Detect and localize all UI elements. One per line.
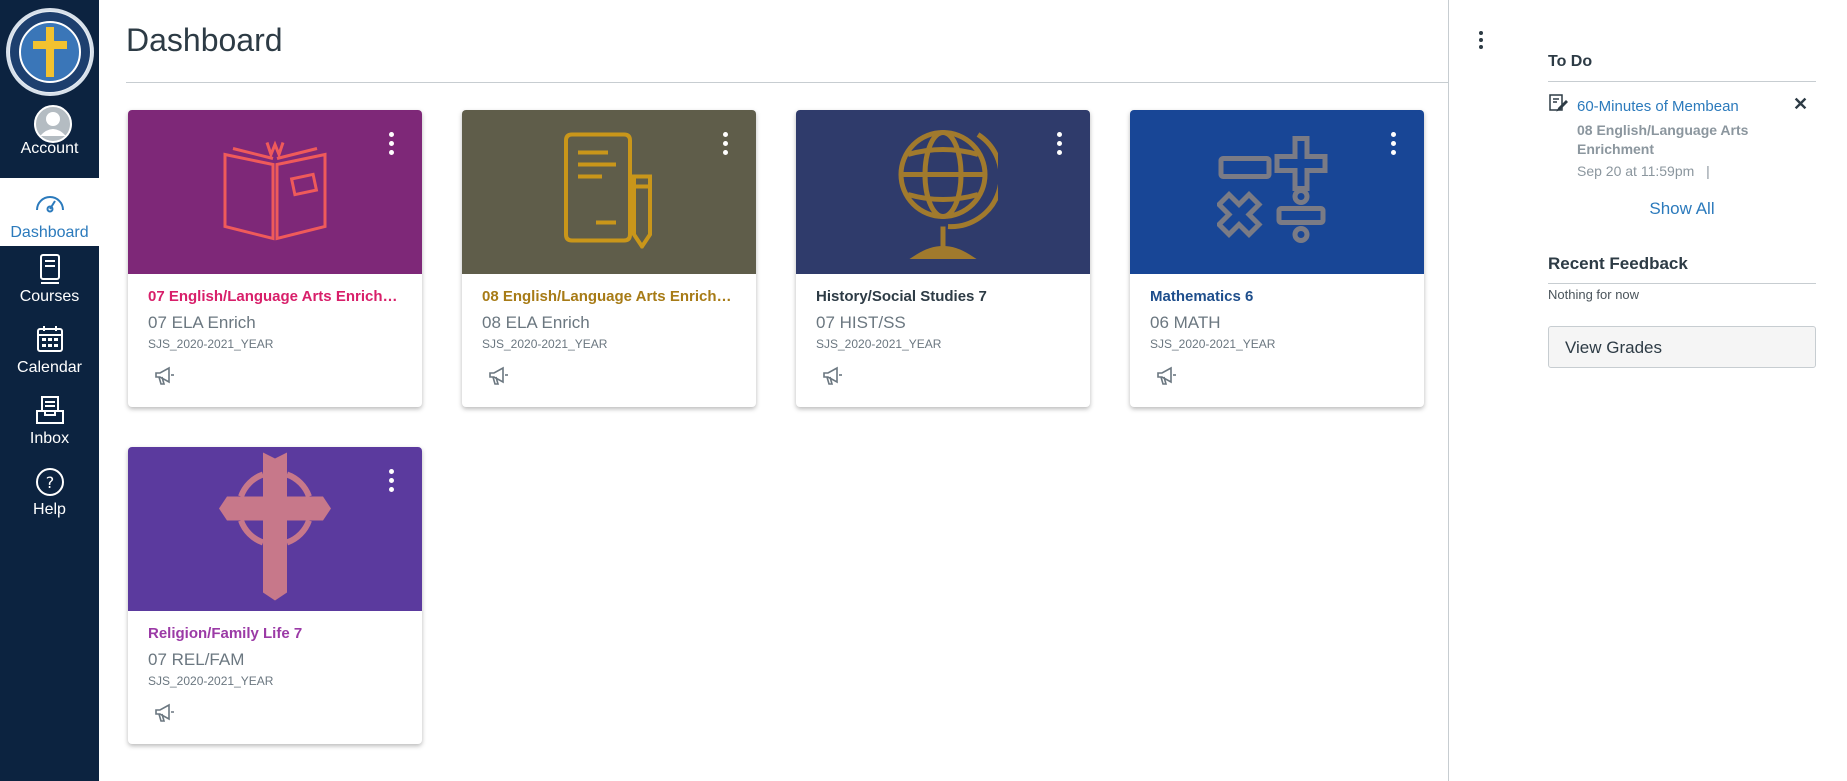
global-nav: Account Dashboard Courses Calendar Inbox… <box>0 0 99 781</box>
card-options-kebab[interactable] <box>386 130 396 160</box>
calendar-icon <box>33 323 67 357</box>
document-pencil-icon <box>564 131 654 254</box>
nav-dashboard[interactable]: Dashboard <box>0 178 99 246</box>
course-term: SJS_2020-2021_YEAR <box>482 337 608 351</box>
course-card[interactable]: Mathematics 6 06 MATH SJS_2020-2021_YEAR <box>1130 110 1424 407</box>
course-card-hero[interactable] <box>128 447 422 611</box>
todo-divider <box>1548 81 1816 82</box>
recent-feedback-divider <box>1548 283 1816 284</box>
card-options-kebab[interactable] <box>386 467 396 497</box>
todo-item-course: 08 English/Language Arts Enrichment <box>1577 122 1749 157</box>
globe-icon <box>888 115 1004 270</box>
course-card[interactable]: 08 English/Language Arts Enrichment 08 E… <box>462 110 756 407</box>
course-card-hero[interactable] <box>796 110 1090 274</box>
announcements-megaphone-icon[interactable] <box>153 365 175 387</box>
nav-help-label: Help <box>33 501 66 518</box>
nav-dashboard-label: Dashboard <box>10 224 89 241</box>
course-term: SJS_2020-2021_YEAR <box>148 674 274 688</box>
dashboard-main: Dashboard 07 English/Language Arts Enric… <box>99 0 1494 781</box>
course-term: SJS_2020-2021_YEAR <box>816 337 942 351</box>
courses-book-icon <box>33 252 67 286</box>
announcements-megaphone-icon[interactable] <box>487 365 509 387</box>
nav-account-label: Account <box>20 140 79 157</box>
nav-calendar[interactable]: Calendar <box>0 323 99 389</box>
card-options-kebab[interactable] <box>1388 130 1398 160</box>
course-code: 07 HIST/SS <box>816 313 906 332</box>
school-logo[interactable] <box>6 8 94 96</box>
title-divider <box>126 82 1494 83</box>
course-card-hero[interactable] <box>128 110 422 274</box>
course-name[interactable]: Mathematics 6 <box>1150 288 1410 305</box>
todo-item-separator: | <box>1706 163 1710 179</box>
card-options-kebab[interactable] <box>1054 130 1064 160</box>
announcements-megaphone-icon[interactable] <box>821 365 843 387</box>
dashboard-options-kebab[interactable] <box>1471 28 1491 56</box>
view-grades-button[interactable]: View Grades <box>1548 326 1816 368</box>
show-all-link[interactable]: Show All <box>1548 199 1816 219</box>
course-card-hero[interactable] <box>1130 110 1424 274</box>
course-card[interactable]: Religion/Family Life 7 07 REL/FAM SJS_20… <box>128 447 422 744</box>
course-term: SJS_2020-2021_YEAR <box>148 337 274 351</box>
announcements-megaphone-icon[interactable] <box>1155 365 1177 387</box>
course-code: 06 MATH <box>1150 313 1221 332</box>
open-book-icon <box>215 135 335 250</box>
avatar-icon <box>33 104 72 143</box>
course-term: SJS_2020-2021_YEAR <box>1150 337 1276 351</box>
dashboard-gauge-icon <box>33 190 67 224</box>
nav-courses-label: Courses <box>19 288 80 305</box>
right-sidebar: To Do 60-Minutes of Membean 08 English/L… <box>1448 0 1847 781</box>
todo-heading: To Do <box>1548 53 1593 70</box>
course-card[interactable]: History/Social Studies 7 07 HIST/SS SJS_… <box>796 110 1090 407</box>
course-code: 07 ELA Enrich <box>148 313 256 332</box>
nav-inbox-label: Inbox <box>29 430 70 447</box>
announcements-megaphone-icon[interactable] <box>153 702 175 724</box>
course-name[interactable]: Religion/Family Life 7 <box>148 625 408 642</box>
nav-account[interactable]: Account <box>0 104 99 170</box>
help-question-icon: ? <box>33 465 67 499</box>
course-card[interactable]: 07 English/Language Arts Enrichment 07 E… <box>128 110 422 407</box>
recent-feedback-empty: Nothing for now <box>1548 287 1640 302</box>
inbox-icon <box>33 394 67 428</box>
cross-icon <box>219 452 331 606</box>
assignment-icon <box>1548 93 1569 113</box>
card-options-kebab[interactable] <box>720 130 730 160</box>
dismiss-todo-close-icon[interactable]: ✕ <box>1793 94 1808 115</box>
course-code: 07 REL/FAM <box>148 650 245 669</box>
course-card-hero[interactable] <box>462 110 756 274</box>
todo-item-title[interactable]: 60-Minutes of Membean <box>1577 98 1739 115</box>
nav-calendar-label: Calendar <box>17 359 82 376</box>
course-name[interactable]: 08 English/Language Arts Enrichment <box>482 288 742 305</box>
nav-help[interactable]: ? Help <box>0 465 99 531</box>
course-name[interactable]: 07 English/Language Arts Enrichment <box>148 288 408 305</box>
course-name[interactable]: History/Social Studies 7 <box>816 288 1076 305</box>
todo-item-date: Sep 20 at 11:59pm | <box>1577 163 1710 179</box>
page-title: Dashboard <box>126 22 283 58</box>
course-code: 08 ELA Enrich <box>482 313 590 332</box>
todo-item-date-text: Sep 20 at 11:59pm <box>1577 163 1695 179</box>
svg-text:?: ? <box>45 473 54 492</box>
math-symbols-icon <box>1215 135 1337 250</box>
nav-inbox[interactable]: Inbox <box>0 394 99 460</box>
nav-courses[interactable]: Courses <box>0 252 99 318</box>
recent-feedback-heading: Recent Feedback <box>1548 254 1688 273</box>
